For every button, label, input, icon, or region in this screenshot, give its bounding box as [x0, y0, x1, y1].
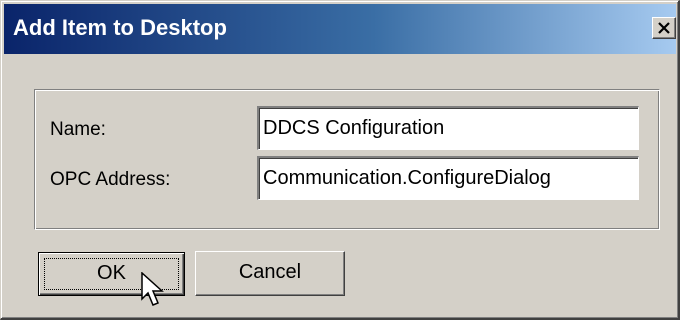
- close-x-icon: [658, 22, 670, 34]
- title-bar[interactable]: Add Item to Desktop: [4, 4, 676, 54]
- cancel-button[interactable]: Cancel: [195, 251, 345, 296]
- add-item-dialog: Add Item to Desktop Name: DDCS Configura…: [0, 0, 680, 320]
- opc-address-field[interactable]: Communication.ConfigureDialog: [257, 156, 639, 200]
- name-label: Name:: [50, 119, 106, 140]
- close-button[interactable]: [652, 17, 676, 39]
- arrow-pointer-icon: [141, 272, 164, 306]
- name-field[interactable]: DDCS Configuration: [257, 106, 639, 150]
- opc-address-label: OPC Address:: [50, 169, 171, 190]
- cancel-button-label: Cancel: [238, 261, 302, 283]
- window-title: Add Item to Desktop: [13, 15, 227, 40]
